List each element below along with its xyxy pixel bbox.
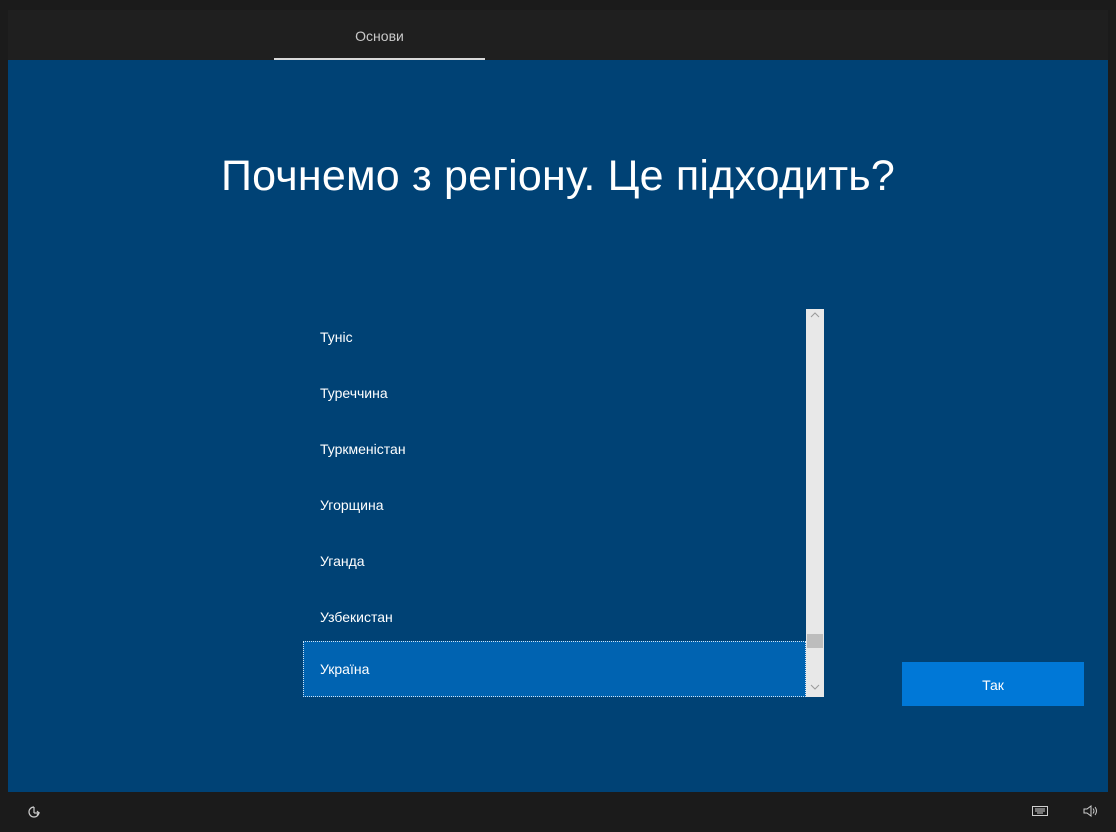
list-scrollbar[interactable] <box>806 309 824 697</box>
scroll-down-icon[interactable] <box>806 681 824 697</box>
tab-basics: Основи <box>355 28 404 44</box>
region-item-ukraine[interactable]: Україна <box>303 641 806 697</box>
scroll-up-icon[interactable] <box>806 309 824 325</box>
region-item-hungary[interactable]: Угорщина <box>303 477 806 533</box>
region-item-uganda[interactable]: Уганда <box>303 533 806 589</box>
keyboard-icon[interactable] <box>1032 804 1048 820</box>
volume-icon[interactable] <box>1083 804 1099 821</box>
region-item-turkmenistan[interactable]: Туркменістан <box>303 421 806 477</box>
region-listbox[interactable]: Туніс Туреччина Туркменістан Угорщина Уг… <box>303 309 824 697</box>
region-item-turkey[interactable]: Туреччина <box>303 365 806 421</box>
region-item-tunisia[interactable]: Туніс <box>303 309 806 365</box>
accessibility-icon[interactable] <box>26 804 42 823</box>
scroll-thumb[interactable] <box>807 634 823 648</box>
page-title: Почнемо з регіону. Це підходить? <box>221 152 895 200</box>
yes-button[interactable]: Так <box>902 662 1084 706</box>
top-tab-bar: Основи <box>8 10 1108 60</box>
region-list: Туніс Туреччина Туркменістан Угорщина Уг… <box>303 309 806 697</box>
oobe-window: Основи Почнемо з регіону. Це підходить? … <box>0 0 1116 832</box>
bottom-bar <box>0 792 1116 832</box>
region-item-uzbekistan[interactable]: Узбекистан <box>303 589 806 645</box>
